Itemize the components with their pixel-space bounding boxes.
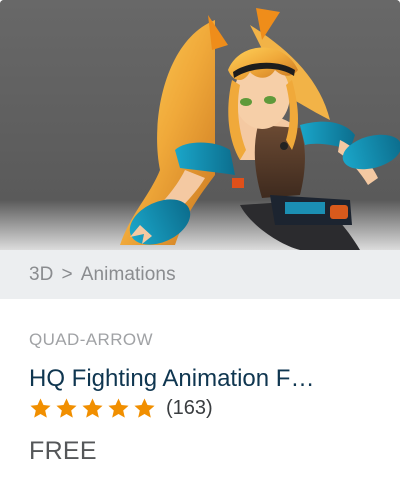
category-breadcrumb: 3D > Animations <box>0 250 400 299</box>
star-icon <box>30 397 51 418</box>
asset-thumbnail[interactable] <box>0 0 400 250</box>
rating-count: (163) <box>166 396 213 419</box>
price-label: FREE <box>29 437 97 465</box>
rating-stars <box>29 397 156 420</box>
star-icon <box>82 397 103 418</box>
rating: (163) <box>29 395 400 421</box>
asset-info: QUAD-ARROW HQ Fighting Animation F… (163… <box>0 329 400 466</box>
star-icon <box>134 397 155 418</box>
character-artwork <box>0 0 400 250</box>
publisher-name[interactable]: QUAD-ARROW <box>29 329 400 351</box>
asset-card[interactable]: 3D > Animations QUAD-ARROW HQ Fighting A… <box>0 0 400 488</box>
category-child-link[interactable]: Animations <box>81 264 176 286</box>
asset-title[interactable]: HQ Fighting Animation F… <box>29 365 359 393</box>
category-parent-link[interactable]: 3D <box>29 264 54 286</box>
star-icon <box>56 397 77 418</box>
breadcrumb-separator: > <box>61 263 73 285</box>
star-icon <box>108 397 129 418</box>
